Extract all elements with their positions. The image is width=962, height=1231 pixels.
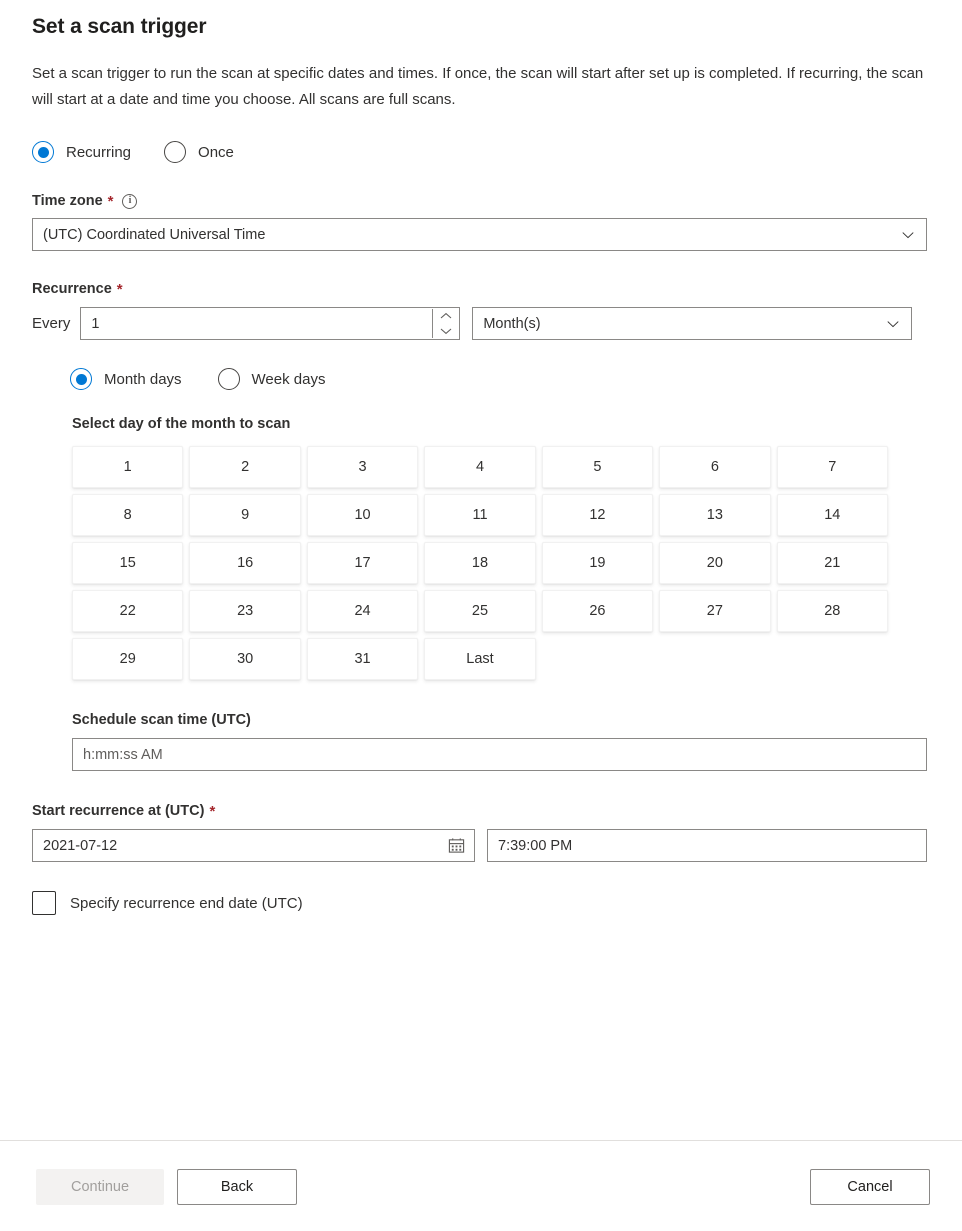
month-day-cell[interactable]: 15 <box>72 542 183 584</box>
radio-label-month-days: Month days <box>104 371 182 388</box>
month-day-cell[interactable]: 12 <box>542 494 653 536</box>
radio-icon-once[interactable] <box>164 141 186 163</box>
recurrence-required-marker: * <box>117 282 123 297</box>
set-scan-trigger-panel: Set a scan trigger Set a scan trigger to… <box>0 0 962 1231</box>
month-day-cell[interactable]: 8 <box>72 494 183 536</box>
start-recurrence-label-text: Start recurrence at (UTC) <box>32 803 204 819</box>
month-day-cell[interactable]: 22 <box>72 590 183 632</box>
month-day-cell[interactable]: 16 <box>189 542 300 584</box>
month-day-cell[interactable]: Last <box>424 638 535 680</box>
month-day-cell[interactable]: 31 <box>307 638 418 680</box>
month-days-heading: Select day of the month to scan <box>72 416 930 432</box>
radio-icon-recurring[interactable] <box>32 141 54 163</box>
chevron-up-icon[interactable] <box>433 309 458 324</box>
panel-content: Set a scan trigger Set a scan trigger to… <box>0 0 962 1140</box>
recurrence-interval-stepper[interactable]: 1 <box>80 307 460 340</box>
start-recurrence-required-marker: * <box>209 804 215 819</box>
every-label: Every <box>32 315 70 332</box>
month-day-cell[interactable]: 20 <box>659 542 770 584</box>
month-day-cell[interactable]: 14 <box>777 494 888 536</box>
month-day-cell[interactable]: 21 <box>777 542 888 584</box>
month-day-cell[interactable]: 9 <box>189 494 300 536</box>
month-day-cell[interactable]: 11 <box>424 494 535 536</box>
schedule-scan-time-label: Schedule scan time (UTC) <box>72 712 930 728</box>
end-date-checkbox-label: Specify recurrence end date (UTC) <box>70 895 303 912</box>
radio-option-month-days[interactable]: Month days <box>70 368 182 390</box>
start-time-value: 7:39:00 PM <box>498 838 572 854</box>
radio-icon-week-days[interactable] <box>218 368 240 390</box>
month-day-cell[interactable]: 3 <box>307 446 418 488</box>
recurrence-row: Every 1 Month(s) <box>32 307 930 340</box>
cancel-button[interactable]: Cancel <box>810 1169 930 1205</box>
day-mode-radio-group: Month days Week days <box>70 368 930 390</box>
start-date-value: 2021-07-12 <box>43 838 117 854</box>
radio-label-recurring: Recurring <box>66 144 131 161</box>
month-day-cell[interactable]: 1 <box>72 446 183 488</box>
schedule-scan-time-placeholder: h:mm:ss AM <box>83 747 163 763</box>
start-time-input[interactable]: 7:39:00 PM <box>487 829 927 862</box>
recurrence-interval-value: 1 <box>91 316 99 332</box>
month-day-cell[interactable]: 5 <box>542 446 653 488</box>
panel-footer: Continue Back Cancel <box>0 1140 962 1231</box>
month-day-cell[interactable]: 2 <box>189 446 300 488</box>
recurrence-label-text: Recurrence <box>32 281 112 297</box>
recurrence-unit-dropdown[interactable]: Month(s) <box>472 307 912 340</box>
calendar-icon[interactable] <box>439 831 473 860</box>
month-day-grid: 1234567891011121314151617181920212223242… <box>72 446 888 680</box>
month-day-cell[interactable]: 17 <box>307 542 418 584</box>
month-day-cell[interactable]: 4 <box>424 446 535 488</box>
start-date-input[interactable]: 2021-07-12 <box>32 829 475 862</box>
month-day-cell[interactable]: 28 <box>777 590 888 632</box>
stepper-arrows <box>432 309 458 338</box>
recurrence-unit-value: Month(s) <box>483 316 540 332</box>
chevron-down-icon <box>885 316 901 332</box>
page-title: Set a scan trigger <box>32 0 930 41</box>
radio-label-week-days: Week days <box>252 371 326 388</box>
month-day-cell[interactable]: 23 <box>189 590 300 632</box>
month-day-cell[interactable]: 27 <box>659 590 770 632</box>
time-zone-label-text: Time zone <box>32 193 103 209</box>
checkbox-icon-end-date[interactable] <box>32 891 56 915</box>
radio-option-once[interactable]: Once <box>164 141 234 163</box>
month-day-cell[interactable]: 24 <box>307 590 418 632</box>
radio-option-recurring[interactable]: Recurring <box>32 141 131 163</box>
schedule-scan-time-input[interactable]: h:mm:ss AM <box>72 738 927 771</box>
radio-option-week-days[interactable]: Week days <box>218 368 326 390</box>
month-day-cell[interactable]: 10 <box>307 494 418 536</box>
start-recurrence-row: 2021-07-12 <box>32 829 930 862</box>
start-recurrence-label: Start recurrence at (UTC) * <box>32 803 930 819</box>
chevron-down-icon[interactable] <box>433 324 458 339</box>
back-button[interactable]: Back <box>177 1169 297 1205</box>
page-description: Set a scan trigger to run the scan at sp… <box>32 41 927 113</box>
month-day-cell[interactable]: 30 <box>189 638 300 680</box>
time-zone-label: Time zone * i <box>32 193 930 209</box>
chevron-down-icon <box>900 227 916 243</box>
continue-button[interactable]: Continue <box>36 1169 164 1205</box>
recurrence-label: Recurrence * <box>32 281 930 297</box>
end-date-checkbox-row[interactable]: Specify recurrence end date (UTC) <box>32 891 930 915</box>
time-zone-value: (UTC) Coordinated Universal Time <box>43 227 265 243</box>
month-day-cell[interactable]: 29 <box>72 638 183 680</box>
time-zone-dropdown[interactable]: (UTC) Coordinated Universal Time <box>32 218 927 251</box>
month-day-cell[interactable]: 26 <box>542 590 653 632</box>
month-day-cell[interactable]: 18 <box>424 542 535 584</box>
time-zone-required-marker: * <box>108 194 114 209</box>
month-day-cell[interactable]: 13 <box>659 494 770 536</box>
month-day-cell[interactable]: 6 <box>659 446 770 488</box>
radio-icon-month-days[interactable] <box>70 368 92 390</box>
month-day-cell[interactable]: 25 <box>424 590 535 632</box>
month-day-cell[interactable]: 7 <box>777 446 888 488</box>
info-icon[interactable]: i <box>122 194 137 209</box>
trigger-mode-radio-group: Recurring Once <box>32 141 930 163</box>
radio-label-once: Once <box>198 144 234 161</box>
month-day-cell[interactable]: 19 <box>542 542 653 584</box>
